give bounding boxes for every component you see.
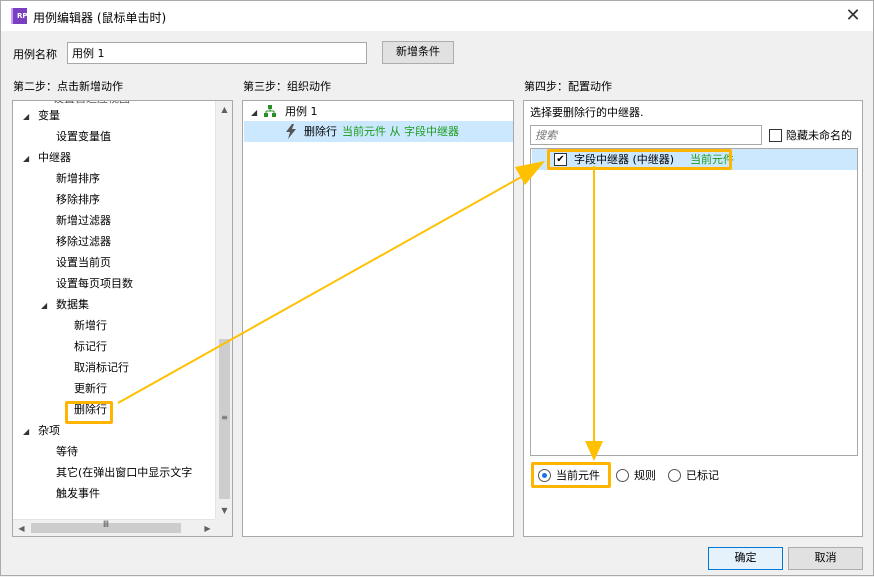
radio-rule[interactable] xyxy=(616,469,629,482)
step3-heading: 第三步：组织动作 xyxy=(243,80,331,93)
highlight-repeater-item xyxy=(547,149,732,170)
tree-item-set-items-per-page[interactable]: 设置每页项目数 xyxy=(56,273,133,294)
hide-unnamed-checkbox[interactable] xyxy=(769,129,782,142)
tree-item-set-current-page[interactable]: 设置当前页 xyxy=(56,252,111,273)
select-repeater-prompt: 选择要删除行的中继器. xyxy=(530,106,644,119)
step4-heading: 第四步：配置动作 xyxy=(524,80,612,93)
tree-item-remove-filter[interactable]: 移除过滤器 xyxy=(56,231,111,252)
action-item-delete-row[interactable]: 删除行 当前元件 从 字段中继器 xyxy=(244,121,513,142)
search-input[interactable] xyxy=(530,125,762,145)
organize-actions-panel: ◢ 用例 1 删除行 当前元件 从 字段中继器 xyxy=(242,100,514,537)
title-bar: RP 用例编辑器 (鼠标单击时) ✕ xyxy=(1,1,873,31)
tree-item-update-row[interactable]: 更新行 xyxy=(74,378,107,399)
case-tree-icon xyxy=(264,105,276,117)
axure-rp-icon: RP xyxy=(11,8,28,24)
repeater-list: ✔ 字段中继器 (中继器) 当前元件 xyxy=(530,148,858,456)
tree-item-add-sort[interactable]: 新增排序 xyxy=(56,168,100,189)
configure-action-panel: 选择要删除行的中继器. 隐藏未命名的 ✔ 字段中继器 (中继器) 当前元件 当前… xyxy=(523,100,863,537)
expand-arrow-icon[interactable]: ◢ xyxy=(23,154,29,163)
tree-item-add-filter[interactable]: 新增过滤器 xyxy=(56,210,111,231)
radio-marked[interactable] xyxy=(668,469,681,482)
expand-arrow-icon[interactable]: ◢ xyxy=(23,427,29,436)
tree-item-misc[interactable]: 杂项 xyxy=(38,420,60,441)
case-item[interactable]: 用例 1 xyxy=(285,101,318,122)
cancel-button[interactable]: 取消 xyxy=(788,547,863,570)
tree-item-add-row[interactable]: 新增行 xyxy=(74,315,107,336)
highlight-current-widget xyxy=(531,462,611,488)
tree-item-other-popup[interactable]: 其它(在弹出窗口中显示文字 xyxy=(56,462,196,483)
scroll-up-arrow-icon[interactable]: ▲ xyxy=(216,101,232,118)
case-name-label: 用例名称 xyxy=(13,48,57,61)
tree-item-set-variable[interactable]: 设置变量值 xyxy=(56,126,111,147)
scroll-left-arrow-icon[interactable]: ◀ xyxy=(13,520,30,536)
window-title: 用例编辑器 (鼠标单击时) xyxy=(33,11,167,25)
tree-item-remove-sort[interactable]: 移除排序 xyxy=(56,189,100,210)
radio-label-rule: 规则 xyxy=(634,469,656,482)
scroll-thumb[interactable]: ≡ xyxy=(219,339,230,499)
expand-arrow-icon[interactable]: ◢ xyxy=(41,301,47,310)
vertical-scrollbar[interactable]: ▲ ≡ ▼ xyxy=(215,101,232,519)
close-icon[interactable]: ✕ xyxy=(841,5,865,27)
step2-heading: 第二步：点击新增动作 xyxy=(13,80,123,93)
tree-item-dataset[interactable]: 数据集 xyxy=(56,294,89,315)
tree-item-unmark-row[interactable]: 取消标记行 xyxy=(74,357,129,378)
radio-label-marked: 已标记 xyxy=(686,469,719,482)
tree-item-repeater[interactable]: 中继器 xyxy=(38,147,71,168)
expand-arrow-icon[interactable]: ◢ xyxy=(251,108,257,117)
expand-arrow-icon[interactable]: ◢ xyxy=(23,112,29,121)
grip-icon: Ⅲ xyxy=(102,520,110,530)
action-detail: 当前元件 从 字段中继器 xyxy=(342,125,459,138)
lightning-icon xyxy=(286,124,296,139)
case-name-input[interactable] xyxy=(67,42,367,64)
actions-tree-panel: 设置自适应视图 ◢ 变量 设置变量值 ◢ 中继器 新增排序 移除排序 新增过滤器… xyxy=(12,100,233,537)
action-name: 删除行 xyxy=(304,125,337,138)
tree-item-variables[interactable]: 变量 xyxy=(38,105,60,126)
tree-item-fire-event[interactable]: 触发事件 xyxy=(56,483,100,504)
scroll-right-arrow-icon[interactable]: ▶ xyxy=(199,520,216,536)
horizontal-scrollbar[interactable]: ◀ Ⅲ ▶ xyxy=(13,519,216,536)
hide-unnamed-label: 隐藏未命名的 xyxy=(786,129,852,142)
tree-item-partial[interactable]: 设置自适应视图 xyxy=(53,101,130,109)
scroll-down-arrow-icon[interactable]: ▼ xyxy=(216,502,232,519)
add-condition-button[interactable]: 新增条件 xyxy=(382,41,454,64)
scroll-corner xyxy=(215,519,232,536)
tree-item-wait[interactable]: 等待 xyxy=(56,441,78,462)
scroll-thumb-horizontal[interactable]: Ⅲ xyxy=(31,520,181,533)
ok-button[interactable]: 确定 xyxy=(708,547,783,570)
grip-icon: ≡ xyxy=(221,413,228,422)
tree-item-mark-row[interactable]: 标记行 xyxy=(74,336,107,357)
use-case-editor-window: RP 用例编辑器 (鼠标单击时) ✕ 用例名称 新增条件 第二步：点击新增动作 … xyxy=(0,0,874,576)
highlight-delete-row xyxy=(65,401,113,424)
